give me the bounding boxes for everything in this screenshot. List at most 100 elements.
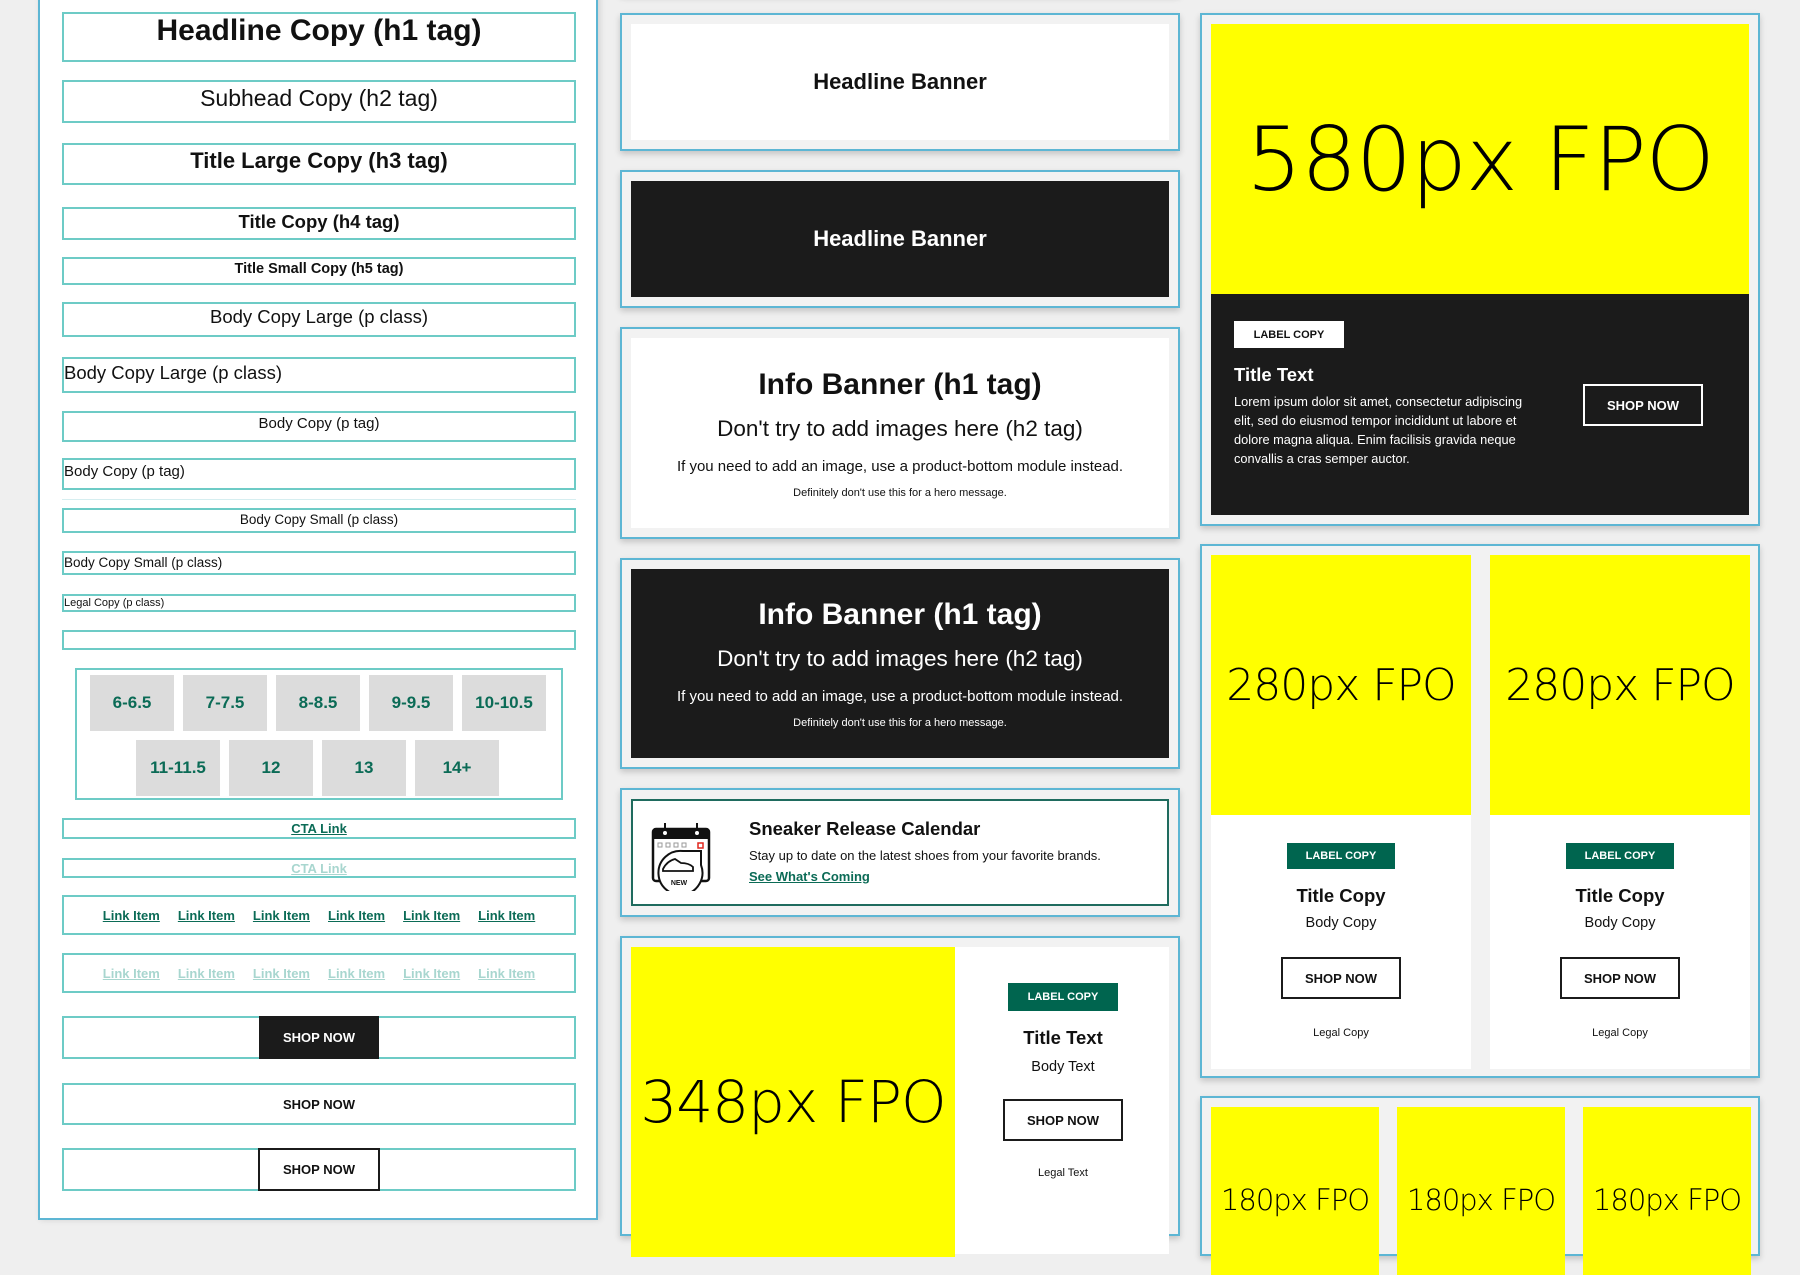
headline-banner-light: Headline Banner	[631, 24, 1169, 140]
shop-now-button[interactable]: SHOP NOW	[1281, 957, 1401, 999]
info-banner-light-module: Info Banner (h1 tag) Don't try to add im…	[620, 327, 1180, 539]
label-badge: LABEL COPY	[1287, 843, 1395, 869]
body-center-sample: Body Copy (p tag)	[62, 411, 576, 442]
body-small-text: Body Copy Small (p class)	[239, 512, 399, 527]
hero-580-card: 580px FPO LABEL COPY Title Text Lorem ip…	[1211, 24, 1749, 515]
card-body: Body Copy	[1584, 915, 1656, 931]
fpo-image-180: 180px FPO	[1397, 1107, 1565, 1275]
size-option[interactable]: 6-6.5	[90, 675, 174, 731]
empty-sample	[62, 630, 576, 650]
info-banner-body: If you need to add an image, use a produ…	[676, 688, 1124, 705]
link-item[interactable]: Link Item	[328, 908, 385, 923]
card-280-content: LABEL COPY Title Copy Body Copy SHOP NOW…	[1211, 815, 1471, 1039]
shop-now-button-outline[interactable]: SHOP NOW	[258, 1148, 380, 1191]
link-item-disabled[interactable]: Link Item	[103, 966, 160, 981]
link-items-sample: Link Item Link Item Link Item Link Item …	[62, 895, 576, 935]
headline-banner-dark: Headline Banner	[631, 181, 1169, 297]
fpo-image-580: 580px FPO	[1211, 24, 1749, 294]
fpo-image-280: 280px FPO	[1490, 555, 1750, 815]
shop-now-button[interactable]: SHOP NOW	[1583, 384, 1703, 426]
headline-banner-text: Headline Banner	[813, 226, 987, 251]
info-banner-dark-module: Info Banner (h1 tag) Don't try to add im…	[620, 558, 1180, 769]
fpo-label: 280px FPO	[1226, 659, 1456, 711]
link-item-disabled[interactable]: Link Item	[178, 966, 235, 981]
size-option[interactable]: 10-10.5	[462, 675, 546, 731]
product-348-module: 348px FPO LABEL COPY Title Text Body Tex…	[620, 936, 1180, 1257]
h4-text: Title Copy (h4 tag)	[238, 211, 400, 232]
size-option[interactable]: 8-8.5	[276, 675, 360, 731]
size-option[interactable]: 9-9.5	[369, 675, 453, 731]
body-small-center-sample: Body Copy Small (p class)	[62, 508, 576, 533]
body-small-left-sample: Body Copy Small (p class)	[62, 551, 576, 575]
card-280: 280px FPO LABEL COPY Title Copy Body Cop…	[1211, 555, 1471, 1069]
fpo-label: 180px FPO	[1220, 1183, 1370, 1217]
link-item-disabled[interactable]: Link Item	[328, 966, 385, 981]
product-body: Body Text	[1031, 1059, 1095, 1075]
body-text: Body Copy (p tag)	[64, 463, 185, 480]
link-item-disabled[interactable]: Link Item	[478, 966, 535, 981]
h1-text: Headline Copy (h1 tag)	[156, 14, 482, 47]
sneaker-body: Stay up to date on the latest shoes from…	[749, 848, 1101, 863]
card-title: Title Copy	[1575, 885, 1665, 906]
hero-580-content: LABEL COPY Title Text Lorem ipsum dolor …	[1211, 294, 1749, 515]
link-item[interactable]: Link Item	[178, 908, 235, 923]
link-items-light-sample: Link Item Link Item Link Item Link Item …	[62, 953, 576, 993]
cta-link-disabled[interactable]: CTA Link	[291, 861, 347, 876]
fpo-label: 348px FPO	[640, 1068, 946, 1136]
sneaker-calendar-card: NEW Sneaker Release Calendar Stay up to …	[631, 799, 1169, 906]
size-option[interactable]: 13	[322, 740, 406, 796]
link-item-disabled[interactable]: Link Item	[403, 966, 460, 981]
size-option[interactable]: 14+	[415, 740, 499, 796]
product-348-content: LABEL COPY Title Text Body Text SHOP NOW…	[955, 947, 1171, 1187]
cta-link-light-sample: CTA Link	[62, 858, 576, 878]
size-option[interactable]: 11-11.5	[136, 740, 220, 796]
headline-banner-dark-module: Headline Banner	[620, 170, 1180, 308]
link-item-disabled[interactable]: Link Item	[253, 966, 310, 981]
h3-sample: Title Large Copy (h3 tag)	[62, 143, 576, 185]
fpo-image-180: 180px FPO	[1583, 1107, 1751, 1275]
shop-plain-sample: SHOP NOW	[62, 1083, 576, 1125]
sneaker-calendar-module: NEW Sneaker Release Calendar Stay up to …	[620, 788, 1180, 917]
fpo-image-348: 348px FPO	[631, 947, 955, 1257]
legal-text: Legal Copy	[1592, 1027, 1648, 1039]
body-large-center-sample: Body Copy Large (p class)	[62, 302, 576, 337]
fpo-image-180: 180px FPO	[1211, 1107, 1379, 1275]
divider	[62, 499, 576, 500]
h5-text: Title Small Copy (h5 tag)	[234, 261, 404, 277]
card-body: Body Copy	[1305, 915, 1377, 931]
h2-sample: Subhead Copy (h2 tag)	[62, 80, 576, 123]
card-280: 280px FPO LABEL COPY Title Copy Body Cop…	[1490, 555, 1750, 1069]
cta-link[interactable]: CTA Link	[291, 821, 347, 836]
shop-now-button[interactable]: SHOP NOW	[1560, 957, 1680, 999]
shop-now-button[interactable]: SHOP NOW	[1003, 1099, 1123, 1141]
shop-now-button-text[interactable]: SHOP NOW	[283, 1097, 355, 1112]
h4-sample: Title Copy (h4 tag)	[62, 207, 576, 240]
product-title: Title Text	[1023, 1027, 1103, 1048]
info-banner-dark: Info Banner (h1 tag) Don't try to add im…	[631, 569, 1169, 758]
see-whats-coming-link[interactable]: See What's Coming	[749, 869, 1101, 884]
h5-sample: Title Small Copy (h5 tag)	[62, 257, 576, 285]
link-item[interactable]: Link Item	[253, 908, 310, 923]
h2-text: Subhead Copy (h2 tag)	[200, 85, 438, 111]
legal-text: Legal Copy (p class)	[64, 597, 165, 609]
size-option[interactable]: 7-7.5	[183, 675, 267, 731]
cards-280-module: 280px FPO LABEL COPY Title Copy Body Cop…	[1200, 544, 1760, 1078]
link-item[interactable]: Link Item	[478, 908, 535, 923]
info-banner-small: Definitely don't use this for a hero mes…	[793, 486, 1007, 499]
link-item[interactable]: Link Item	[403, 908, 460, 923]
hero-body: Lorem ipsum dolor sit amet, consectetur …	[1234, 394, 1523, 466]
cards-180-module: 180px FPO 180px FPO 180px FPO	[1200, 1096, 1760, 1275]
link-item[interactable]: Link Item	[103, 908, 160, 923]
info-banner-title: Info Banner (h1 tag)	[758, 598, 1042, 631]
info-banner-light: Info Banner (h1 tag) Don't try to add im…	[631, 338, 1169, 528]
body-left-sample: Body Copy (p tag)	[62, 458, 576, 490]
sneaker-title: Sneaker Release Calendar	[749, 818, 981, 839]
shop-now-button-dark[interactable]: SHOP NOW	[259, 1016, 379, 1059]
fpo-image-280: 280px FPO	[1211, 555, 1471, 815]
size-option[interactable]: 12	[229, 740, 313, 796]
cta-link-sample: CTA Link	[62, 818, 576, 839]
info-banner-title: Info Banner (h1 tag)	[758, 367, 1042, 401]
legal-text: Legal Text	[1038, 1167, 1088, 1179]
info-banner-subtitle: Don't try to add images here (h2 tag)	[717, 415, 1083, 441]
card-title: Title Copy	[1296, 885, 1386, 906]
